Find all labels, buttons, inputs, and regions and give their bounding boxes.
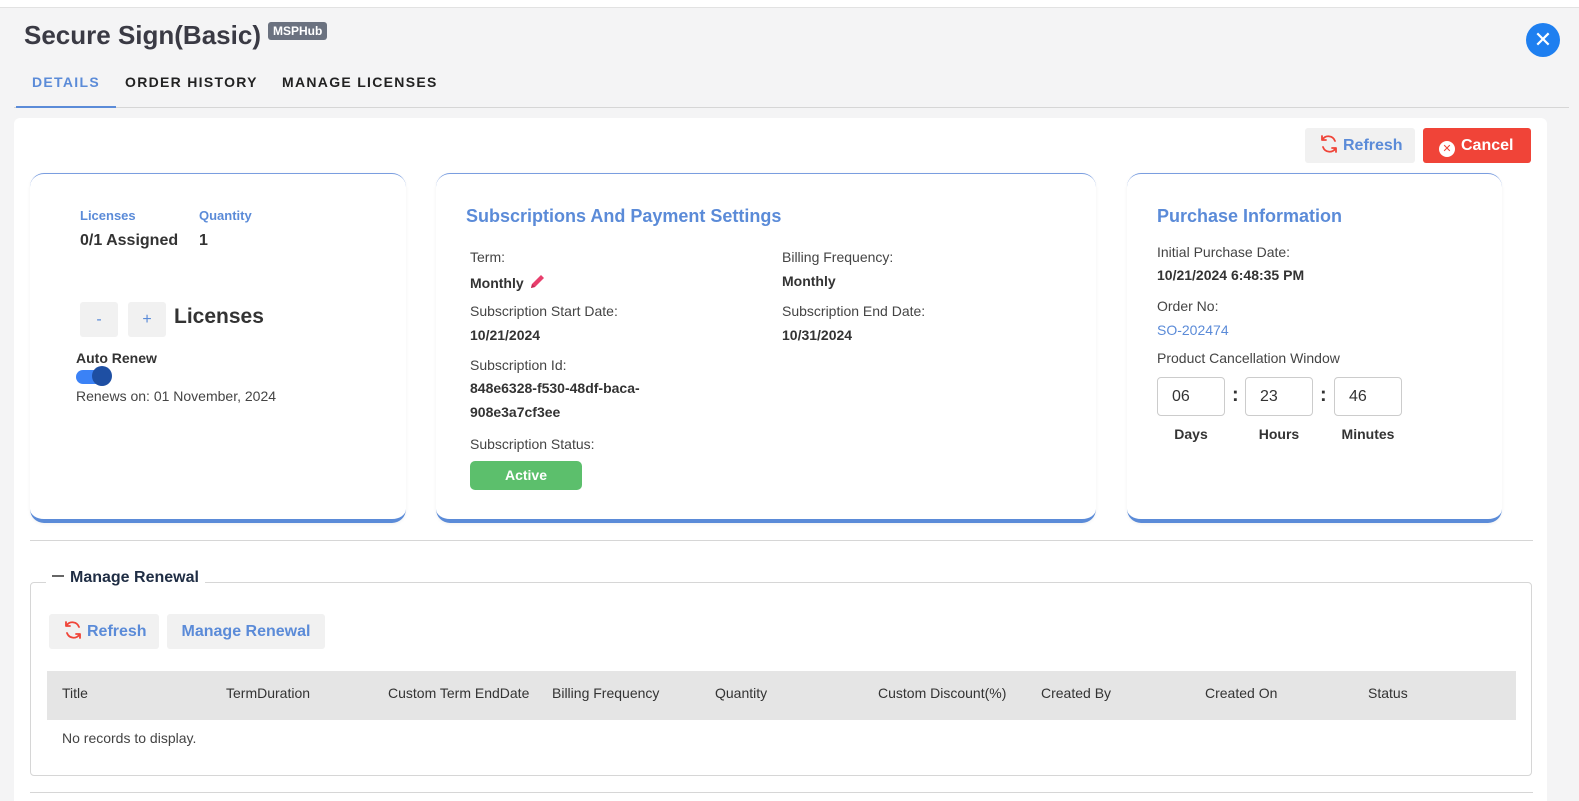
billing-frequency-label: Billing Frequency:: [782, 249, 894, 265]
column-header-custom-discount[interactable]: Custom Discount(%): [878, 671, 1006, 716]
column-header-term-duration[interactable]: TermDuration: [226, 671, 310, 716]
cancel-button[interactable]: ✕ Cancel: [1423, 128, 1531, 163]
initial-purchase-label: Initial Purchase Date:: [1157, 244, 1291, 260]
time-separator: :: [1320, 384, 1327, 406]
refresh-icon: [65, 621, 81, 639]
tab-details[interactable]: DETAILS: [16, 66, 116, 108]
auto-renew-toggle[interactable]: [76, 366, 112, 386]
end-date-value: 10/31/2024: [782, 327, 853, 343]
minutes-label: Minutes: [1341, 426, 1395, 442]
pencil-icon[interactable]: [528, 273, 546, 291]
tab-order-history[interactable]: ORDER HISTORY: [109, 66, 274, 108]
manage-renewal-legend[interactable]: Manage Renewal: [46, 569, 205, 587]
time-separator: :: [1232, 384, 1239, 406]
licenses-label: Licenses: [80, 208, 136, 223]
section-divider: [30, 540, 1533, 541]
subscription-card: Subscriptions And Payment Settings Term:…: [436, 173, 1096, 523]
column-header-quantity[interactable]: Quantity: [715, 671, 767, 716]
mspHub-badge: MSPHub: [268, 22, 328, 40]
cancel-circle-icon: ✕: [1439, 141, 1455, 157]
purchase-card-title: Purchase Information: [1157, 206, 1343, 226]
close-button[interactable]: ✕: [1526, 23, 1560, 57]
licenses-card: Licenses 0/1 Assigned Quantity 1 - + Lic…: [30, 173, 406, 523]
refresh-button[interactable]: Refresh: [1305, 128, 1415, 163]
bottom-divider: [30, 792, 1533, 793]
page-title: Secure Sign(Basic): [24, 20, 261, 50]
term-value-row: Monthly: [470, 273, 546, 291]
empty-table-message: No records to display.: [62, 730, 197, 746]
subscription-card-title: Subscriptions And Payment Settings: [466, 206, 782, 226]
billing-frequency-value: Monthly: [782, 273, 836, 289]
column-header-title[interactable]: Title: [62, 671, 88, 716]
days-label: Days: [1174, 426, 1208, 442]
column-header-created-on[interactable]: Created On: [1205, 671, 1277, 716]
increase-licenses-button[interactable]: +: [128, 302, 166, 337]
top-border: [0, 0, 1579, 8]
toggle-knob: [92, 366, 112, 386]
subscription-id-line2: 908e3a7cf3ee: [470, 404, 561, 420]
column-header-status[interactable]: Status: [1368, 671, 1408, 716]
hours-label: Hours: [1258, 426, 1300, 442]
subscription-id-label: Subscription Id:: [470, 357, 567, 373]
hours-value: 23: [1245, 377, 1313, 416]
column-header-billing-frequency[interactable]: Billing Frequency: [552, 671, 659, 716]
refresh-icon: [1321, 135, 1337, 153]
end-date-label: Subscription End Date:: [782, 303, 926, 319]
start-date-label: Subscription Start Date:: [470, 303, 618, 319]
term-value: Monthly: [470, 275, 524, 291]
renewal-refresh-button[interactable]: Refresh: [49, 614, 159, 649]
status-badge: Active: [470, 461, 582, 490]
close-circle-icon: ✕: [1533, 27, 1553, 52]
licenses-stepper-label: Licenses: [174, 305, 264, 328]
order-no-label: Order No:: [1157, 298, 1219, 314]
quantity-value: 1: [199, 232, 208, 249]
manage-renewal-button[interactable]: Manage Renewal: [167, 614, 325, 649]
decrease-licenses-button[interactable]: -: [80, 302, 118, 337]
initial-purchase-value: 10/21/2024 6:48:35 PM: [1157, 267, 1305, 283]
order-no-link-row: SO-202474: [1157, 322, 1229, 338]
tab-manage-licenses[interactable]: MANAGE LICENSES: [266, 66, 454, 108]
subscription-id-line1: 848e6328-f530-48df-baca-: [470, 380, 640, 396]
purchase-card: Purchase Information Initial Purchase Da…: [1127, 173, 1502, 523]
renewal-table-header: Title TermDuration Custom Term EndDate B…: [47, 671, 1516, 720]
collapse-icon: [52, 575, 64, 577]
start-date-value: 10/21/2024: [470, 327, 541, 343]
column-header-custom-term-enddate[interactable]: Custom Term EndDate: [388, 671, 529, 716]
licenses-assigned-value: 0/1 Assigned: [80, 232, 179, 249]
renews-on-text: Renews on: 01 November, 2024: [76, 388, 277, 404]
term-label: Term:: [470, 249, 505, 265]
quantity-label: Quantity: [199, 208, 252, 223]
auto-renew-label: Auto Renew: [76, 350, 157, 366]
minutes-value: 46: [1334, 377, 1402, 416]
cancellation-window-label: Product Cancellation Window: [1157, 350, 1340, 366]
column-header-created-by[interactable]: Created By: [1041, 671, 1111, 716]
subscription-status-label: Subscription Status:: [470, 436, 595, 452]
tab-bar: DETAILS ORDER HISTORY MANAGE LICENSES: [14, 66, 1569, 108]
days-value: 06: [1157, 377, 1225, 416]
order-no-link[interactable]: SO-202474: [1157, 322, 1229, 338]
